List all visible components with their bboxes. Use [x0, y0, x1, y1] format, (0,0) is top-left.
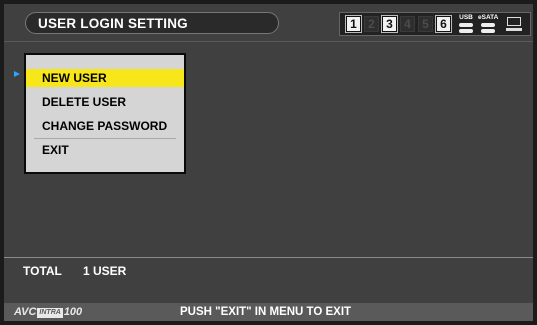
- menu-item-exit[interactable]: EXIT: [26, 141, 184, 159]
- usb-label: USB: [459, 14, 473, 21]
- slot-6-indicator: 6: [435, 15, 452, 33]
- menu-item-change-password[interactable]: CHANGE PASSWORD: [26, 117, 184, 135]
- network-icon: [506, 17, 522, 33]
- usb-drive-icon: USB: [456, 14, 476, 35]
- slot-3-indicator: 3: [381, 15, 398, 33]
- avc-intra-logo: AVC INTRA 100: [14, 306, 83, 318]
- total-label: TOTAL: [23, 264, 62, 278]
- footer-bar: AVC INTRA 100 PUSH "EXIT" IN MENU TO EXIT: [4, 303, 533, 321]
- esata-label: eSATA: [478, 14, 499, 21]
- slot-4-indicator: 4: [400, 16, 415, 32]
- page-title: USER LOGIN SETTING: [38, 16, 188, 31]
- status-indicator-bar: 1 2 3 4 5 6 USB eSATA: [339, 12, 531, 36]
- menu-item-new-user[interactable]: NEW USER: [26, 69, 184, 87]
- menu-cursor-icon: [14, 71, 20, 77]
- total-value: 1 USER: [83, 264, 127, 278]
- esata-drive-icon: eSATA: [478, 14, 498, 35]
- slot-2-indicator: 2: [364, 16, 379, 32]
- footer-message: PUSH "EXIT" IN MENU TO EXIT: [180, 306, 352, 318]
- menu-item-delete-user[interactable]: DELETE USER: [26, 93, 184, 111]
- header-divider: [4, 41, 533, 42]
- user-login-menu: NEW USER DELETE USER CHANGE PASSWORD EXI…: [24, 53, 186, 174]
- slot-1-indicator: 1: [345, 15, 362, 33]
- slot-5-indicator: 5: [418, 16, 433, 32]
- menu-divider: [34, 138, 176, 139]
- title-bar: USER LOGIN SETTING: [25, 12, 279, 34]
- summary-divider: [4, 257, 533, 258]
